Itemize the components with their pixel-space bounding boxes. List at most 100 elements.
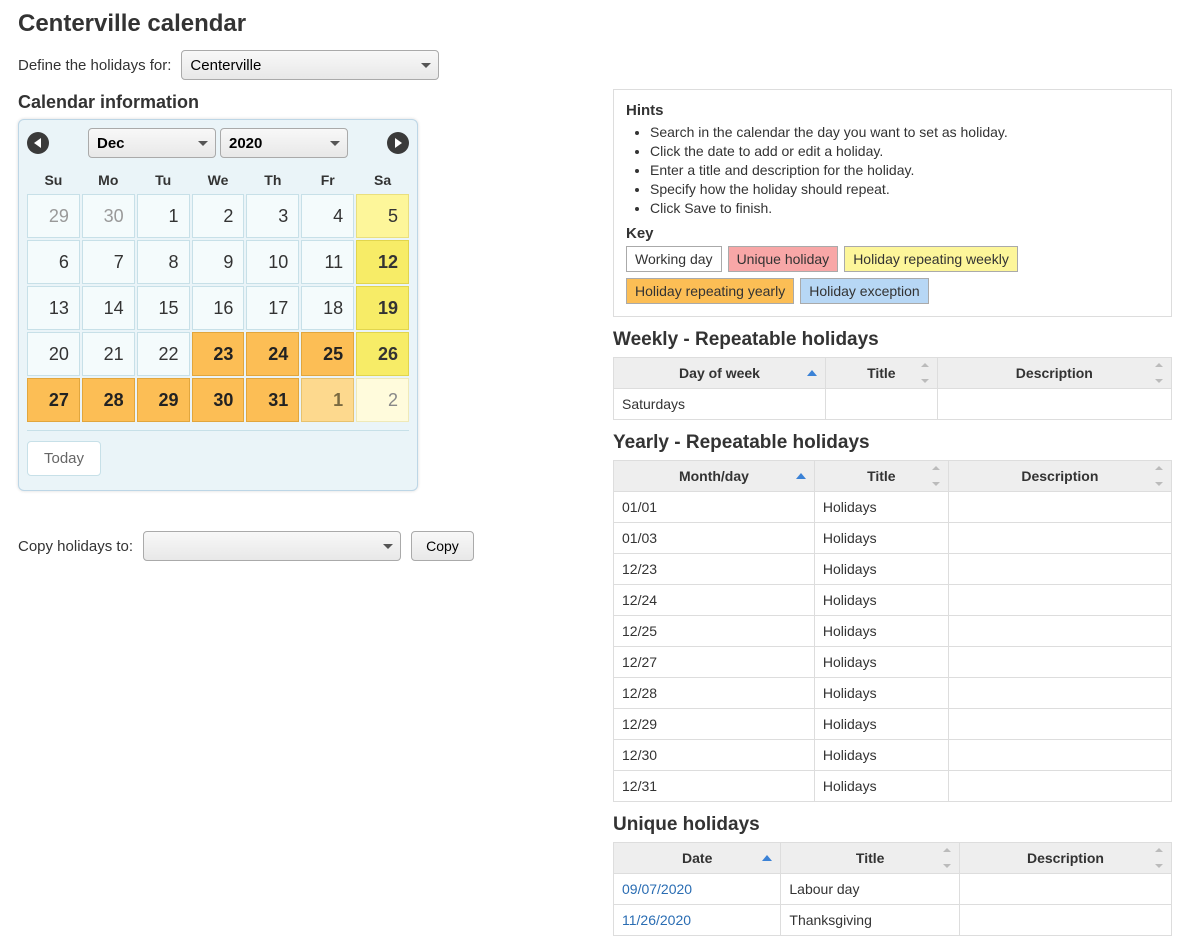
table-row[interactable]: 01/03Holidays <box>614 523 1172 554</box>
hint-item: Click the date to add or edit a holiday. <box>650 142 1159 161</box>
next-month-button[interactable] <box>387 132 409 154</box>
hint-item: Enter a title and description for the ho… <box>650 161 1159 180</box>
yearly-heading: Yearly - Repeatable holidays <box>613 432 1172 454</box>
unique-col-date[interactable]: Date <box>614 843 781 874</box>
unique-date-link[interactable]: 11/26/2020 <box>622 912 691 928</box>
month-select[interactable]: Dec <box>88 128 216 158</box>
calendar-day[interactable]: 5 <box>356 194 409 238</box>
calendar-day[interactable]: 8 <box>137 240 190 284</box>
weekly-col-desc[interactable]: Description <box>937 358 1171 389</box>
key-heading: Key <box>626 225 1159 242</box>
copy-button[interactable]: Copy <box>411 531 474 561</box>
today-button[interactable]: Today <box>27 441 101 476</box>
calendar-day[interactable]: 20 <box>27 332 80 376</box>
weekly-col-dow[interactable]: Day of week <box>614 358 826 389</box>
key-working-day: Working day <box>626 246 722 272</box>
calendar-day[interactable]: 2 <box>192 194 245 238</box>
prev-month-button[interactable] <box>27 132 49 154</box>
calendar-day[interactable]: 30 <box>82 194 135 238</box>
calendar-day[interactable]: 16 <box>192 286 245 330</box>
calendar-day[interactable]: 6 <box>27 240 80 284</box>
table-row[interactable]: 12/25Holidays <box>614 616 1172 647</box>
calendar-day[interactable]: 22 <box>137 332 190 376</box>
table-row[interactable]: 12/27Holidays <box>614 647 1172 678</box>
table-row[interactable]: 01/01Holidays <box>614 492 1172 523</box>
copy-label: Copy holidays to: <box>18 538 133 555</box>
weekly-col-title[interactable]: Title <box>826 358 938 389</box>
weekly-heading: Weekly - Repeatable holidays <box>613 329 1172 351</box>
calendar-dow: Fr <box>301 166 354 192</box>
calendar-day[interactable]: 27 <box>27 378 80 422</box>
calendar-day[interactable]: 14 <box>82 286 135 330</box>
calendar-day[interactable]: 13 <box>27 286 80 330</box>
calendar-day[interactable]: 25 <box>301 332 354 376</box>
calendar-info-heading: Calendar information <box>18 92 573 113</box>
hint-item: Click Save to finish. <box>650 199 1159 218</box>
key-weekly-holiday: Holiday repeating weekly <box>844 246 1018 272</box>
chevron-left-icon <box>34 138 42 148</box>
calendar-day[interactable]: 12 <box>356 240 409 284</box>
calendar-day[interactable]: 21 <box>82 332 135 376</box>
hint-item: Specify how the holiday should repeat. <box>650 180 1159 199</box>
yearly-col-desc[interactable]: Description <box>948 461 1171 492</box>
yearly-col-title[interactable]: Title <box>814 461 948 492</box>
calendar-dow: Tu <box>137 166 190 192</box>
define-label: Define the holidays for: <box>18 57 171 74</box>
table-row[interactable]: 12/31Holidays <box>614 771 1172 802</box>
table-row[interactable]: 12/28Holidays <box>614 678 1172 709</box>
calendar-dow: Mo <box>82 166 135 192</box>
calendar-dow: Sa <box>356 166 409 192</box>
calendar-day[interactable]: 29 <box>137 378 190 422</box>
calendar-day[interactable]: 9 <box>192 240 245 284</box>
calendar-day[interactable]: 1 <box>301 378 354 422</box>
unique-col-title[interactable]: Title <box>781 843 960 874</box>
calendar-day[interactable]: 17 <box>246 286 299 330</box>
calendar-widget: Dec 2020 SuMoTuWeThFrSa29301234567891011… <box>18 119 418 491</box>
calendar-day[interactable]: 10 <box>246 240 299 284</box>
calendar-day[interactable]: 31 <box>246 378 299 422</box>
year-select[interactable]: 2020 <box>220 128 348 158</box>
key-holiday-exception: Holiday exception <box>800 278 929 304</box>
table-row[interactable]: Saturdays <box>614 389 1172 420</box>
table-row[interactable]: 12/29Holidays <box>614 709 1172 740</box>
key-yearly-holiday: Holiday repeating yearly <box>626 278 794 304</box>
calendar-day[interactable]: 24 <box>246 332 299 376</box>
table-row[interactable]: 12/23Holidays <box>614 554 1172 585</box>
unique-heading: Unique holidays <box>613 814 1172 836</box>
calendar-dow: Th <box>246 166 299 192</box>
key-unique-holiday: Unique holiday <box>728 246 839 272</box>
table-row[interactable]: 11/26/2020Thanksgiving <box>614 905 1172 936</box>
table-row[interactable]: 09/07/2020Labour day <box>614 874 1172 905</box>
table-row[interactable]: 12/24Holidays <box>614 585 1172 616</box>
hints-heading: Hints <box>626 102 1159 119</box>
calendar-dow: We <box>192 166 245 192</box>
unique-date-link[interactable]: 09/07/2020 <box>622 881 692 897</box>
calendar-day[interactable]: 28 <box>82 378 135 422</box>
page-title: Centerville calendar <box>18 10 1172 38</box>
calendar-day[interactable]: 3 <box>246 194 299 238</box>
define-select[interactable]: Centerville <box>181 50 439 80</box>
yearly-col-monthday[interactable]: Month/day <box>614 461 815 492</box>
calendar-dow: Su <box>27 166 80 192</box>
hints-panel: Hints Search in the calendar the day you… <box>613 89 1172 317</box>
calendar-day[interactable]: 19 <box>356 286 409 330</box>
calendar-day[interactable]: 18 <box>301 286 354 330</box>
calendar-day[interactable]: 4 <box>301 194 354 238</box>
unique-table: Date Title Description 09/07/2020Labour … <box>613 842 1172 936</box>
table-row[interactable]: 12/30Holidays <box>614 740 1172 771</box>
calendar-day[interactable]: 7 <box>82 240 135 284</box>
hint-item: Search in the calendar the day you want … <box>650 123 1159 142</box>
calendar-day[interactable]: 30 <box>192 378 245 422</box>
calendar-day[interactable]: 2 <box>356 378 409 422</box>
yearly-table: Month/day Title Description 01/01Holiday… <box>613 460 1172 802</box>
unique-col-desc[interactable]: Description <box>959 843 1171 874</box>
calendar-day[interactable]: 23 <box>192 332 245 376</box>
calendar-day[interactable]: 29 <box>27 194 80 238</box>
weekly-table: Day of week Title Description Saturdays <box>613 357 1172 420</box>
calendar-day[interactable]: 1 <box>137 194 190 238</box>
copy-select[interactable] <box>143 531 401 561</box>
chevron-right-icon <box>394 138 402 148</box>
calendar-day[interactable]: 26 <box>356 332 409 376</box>
calendar-day[interactable]: 15 <box>137 286 190 330</box>
calendar-day[interactable]: 11 <box>301 240 354 284</box>
